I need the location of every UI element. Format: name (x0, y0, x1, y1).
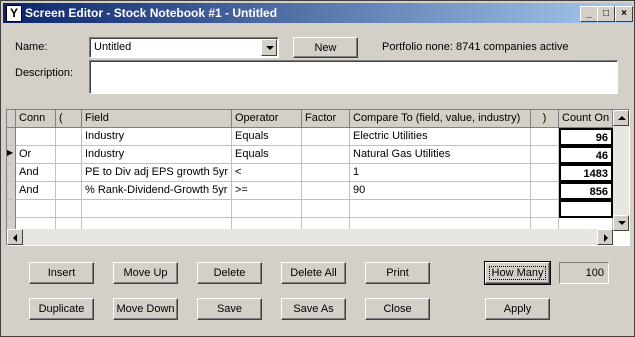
cell-compare-to[interactable]: Electric Utilities (350, 128, 531, 146)
cell-operator[interactable]: Equals (232, 128, 302, 146)
cell-factor[interactable] (302, 146, 350, 164)
cell-compare-to[interactable]: 1 (350, 164, 531, 182)
header-operator[interactable]: Operator (232, 110, 302, 128)
row-indicator[interactable] (7, 164, 16, 182)
move-up-button[interactable]: Move Up (113, 262, 178, 284)
row-indicator[interactable]: ▶ (7, 146, 16, 164)
cell-open-paren[interactable] (56, 146, 82, 164)
header-indicator (7, 110, 16, 128)
cell-conn[interactable]: And (16, 164, 56, 182)
insert-button[interactable]: Insert (29, 262, 94, 284)
grid-vertical-scrollbar[interactable] (613, 110, 629, 231)
description-field[interactable] (89, 60, 618, 94)
name-dropdown[interactable]: Untitled (89, 37, 279, 58)
cell-count-on[interactable]: 46 (559, 146, 613, 164)
row-indicator[interactable] (7, 182, 16, 200)
name-label: Name: (15, 41, 48, 53)
new-button[interactable]: New (293, 37, 358, 58)
duplicate-button[interactable]: Duplicate (29, 298, 94, 320)
cell-close-paren[interactable] (531, 146, 559, 164)
cell-close-paren[interactable] (531, 128, 559, 146)
delete-all-button[interactable]: Delete All (281, 262, 346, 284)
cell-operator[interactable] (232, 200, 302, 218)
move-down-button[interactable]: Move Down (113, 298, 178, 320)
cell-open-paren[interactable] (56, 182, 82, 200)
cell-compare-to[interactable] (350, 200, 531, 218)
cell-compare-to[interactable]: Natural Gas Utilities (350, 146, 531, 164)
header-compare-to[interactable]: Compare To (field, value, industry) (350, 110, 531, 128)
cell-close-paren[interactable] (531, 182, 559, 200)
cell-count-on[interactable]: 96 (559, 128, 613, 146)
portfolio-status: Portfolio none: 8741 companies active (382, 41, 569, 53)
cell-count-on[interactable] (559, 200, 613, 218)
window-title: Screen Editor - Stock Notebook #1 - Unti… (25, 6, 278, 20)
save-as-button[interactable]: Save As (281, 298, 346, 320)
cell-factor[interactable] (302, 128, 350, 146)
cell-operator[interactable]: >= (232, 182, 302, 200)
cell-field[interactable]: % Rank-Dividend-Growth 5yr (82, 182, 232, 200)
print-button[interactable]: Print (365, 262, 430, 284)
chevron-down-icon[interactable] (261, 39, 277, 56)
cell-conn[interactable]: Or (16, 146, 56, 164)
cell-factor[interactable] (302, 200, 350, 218)
header-open-paren[interactable]: ( (56, 110, 82, 128)
cell-close-paren[interactable] (531, 200, 559, 218)
row-indicator[interactable] (7, 128, 16, 146)
cell-field[interactable]: Industry (82, 128, 232, 146)
cell-factor[interactable] (302, 164, 350, 182)
how-many-count: 100 (559, 262, 609, 284)
cell-open-paren[interactable] (56, 164, 82, 182)
cell-conn[interactable]: And (16, 182, 56, 200)
scroll-up-icon[interactable] (613, 110, 629, 126)
header-factor[interactable]: Factor (302, 110, 350, 128)
grid-horizontal-scrollbar[interactable] (7, 229, 613, 245)
header-conn[interactable]: Conn (16, 110, 56, 128)
row-indicator[interactable] (7, 200, 16, 218)
cell-open-paren[interactable] (56, 128, 82, 146)
maximize-button[interactable]: □ (597, 6, 615, 22)
save-button[interactable]: Save (197, 298, 262, 320)
header-count-on[interactable]: Count On (559, 110, 613, 128)
how-many-label: How Many (488, 266, 547, 280)
screen-editor-window: Y Screen Editor - Stock Notebook #1 - Un… (0, 0, 635, 337)
cell-operator[interactable]: Equals (232, 146, 302, 164)
delete-button[interactable]: Delete (197, 262, 262, 284)
close-button[interactable]: Close (365, 298, 430, 320)
apply-button[interactable]: Apply (485, 298, 550, 320)
cell-operator[interactable]: < (232, 164, 302, 182)
scroll-right-icon[interactable] (597, 229, 613, 245)
cell-open-paren[interactable] (56, 200, 82, 218)
scroll-left-icon[interactable] (7, 229, 23, 245)
app-funnel-icon[interactable]: Y (6, 5, 22, 22)
close-window-button[interactable]: × (615, 6, 633, 22)
cell-conn[interactable] (16, 200, 56, 218)
header-close-paren[interactable]: ) (531, 110, 559, 128)
cell-field[interactable]: Industry (82, 146, 232, 164)
header-field[interactable]: Field (82, 110, 232, 128)
cell-count-on[interactable]: 1483 (559, 164, 613, 182)
how-many-button[interactable]: How Many (484, 261, 551, 285)
cell-factor[interactable] (302, 182, 350, 200)
cell-close-paren[interactable] (531, 164, 559, 182)
scroll-down-icon[interactable] (613, 215, 629, 231)
cell-field[interactable] (82, 200, 232, 218)
description-label: Description: (15, 67, 74, 79)
cell-compare-to[interactable]: 90 (350, 182, 531, 200)
minimize-button[interactable]: _ (580, 6, 598, 22)
title-bar[interactable]: Y Screen Editor - Stock Notebook #1 - Un… (3, 3, 633, 23)
cell-count-on[interactable]: 856 (559, 182, 613, 200)
cell-conn[interactable] (16, 128, 56, 146)
name-value: Untitled (94, 41, 132, 53)
criteria-grid[interactable]: Conn ( Field Operator Factor Compare To … (6, 109, 630, 246)
cell-field[interactable]: PE to Div adj EPS growth 5yr (82, 164, 232, 182)
